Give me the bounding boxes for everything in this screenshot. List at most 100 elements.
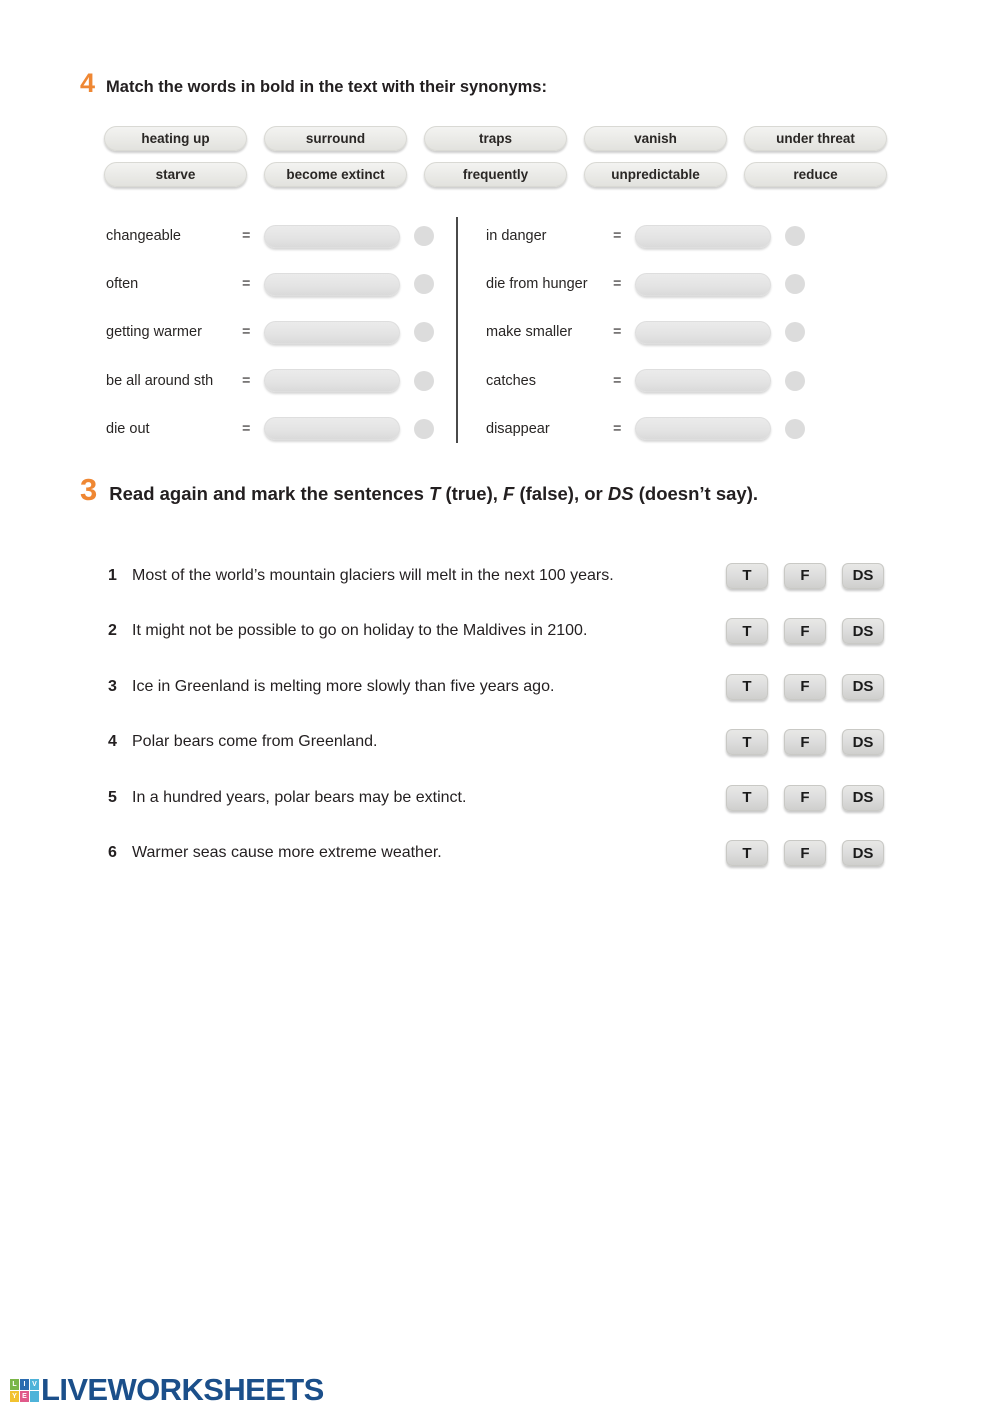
equals-sign: =	[242, 420, 251, 437]
matching-row: die out =	[106, 405, 434, 453]
exercise-3-heading: 3 Read again and mark the sentences T (t…	[80, 472, 758, 508]
exercise-3-number: 3	[80, 472, 98, 507]
question-number: 6	[108, 844, 117, 862]
word-bank-item[interactable]: unpredictable	[584, 162, 727, 187]
answer-status-dot[interactable]	[785, 226, 805, 247]
true-false-question-list: 1 Most of the world’s mountain glaciers …	[108, 548, 908, 881]
word-bank: heating up surround traps vanish under t…	[104, 126, 904, 198]
answer-status-dot[interactable]	[414, 370, 434, 391]
exercise-3-title-part2: (true),	[440, 483, 504, 504]
option-doesnt-say-button[interactable]: DS	[842, 562, 884, 589]
option-doesnt-say-button[interactable]: DS	[842, 618, 884, 645]
answer-options: T F DS	[726, 562, 884, 589]
option-true-button[interactable]: T	[726, 784, 768, 811]
word-bank-item[interactable]: surround	[264, 126, 407, 151]
word-bank-item[interactable]: under threat	[744, 126, 887, 151]
true-false-row: 1 Most of the world’s mountain glaciers …	[108, 548, 908, 604]
answer-options: T F DS	[726, 618, 884, 645]
equals-sign: =	[242, 228, 251, 245]
answer-input[interactable]	[264, 417, 400, 441]
option-false-button[interactable]: F	[784, 673, 826, 700]
matching-label: often	[106, 276, 139, 293]
matching-label: die from hunger	[486, 276, 588, 293]
answer-input[interactable]	[635, 369, 771, 393]
exercise-3-title-part1: Read again and mark the sentences	[109, 483, 430, 504]
equals-sign: =	[242, 276, 251, 293]
true-false-row: 6 Warmer seas cause more extreme weather…	[108, 826, 908, 882]
matching-row: make smaller =	[486, 308, 805, 356]
logo-tile: Y	[10, 1390, 19, 1402]
answer-input[interactable]	[635, 224, 771, 248]
exercise-3-title: Read again and mark the sentences T (tru…	[109, 483, 758, 505]
matching-row: die from hunger =	[486, 260, 805, 308]
option-false-button[interactable]: F	[784, 840, 826, 867]
logo-tile: L	[10, 1378, 19, 1390]
true-false-row: 3 Ice in Greenland is melting more slowl…	[108, 659, 908, 715]
logo-tile: E	[20, 1390, 29, 1402]
logo-tile: V	[30, 1378, 39, 1390]
word-bank-item[interactable]: heating up	[104, 126, 247, 151]
answer-status-dot[interactable]	[414, 274, 434, 295]
matching-label: disappear	[486, 420, 550, 437]
word-bank-item[interactable]: traps	[424, 126, 567, 151]
exercise-4-heading: 4 Match the words in bold in the text wi…	[80, 68, 547, 99]
word-bank-item[interactable]: starve	[104, 162, 247, 187]
answer-input[interactable]	[635, 320, 771, 344]
word-bank-item[interactable]: become extinct	[264, 162, 407, 187]
answer-status-dot[interactable]	[414, 322, 434, 343]
option-doesnt-say-button[interactable]: DS	[842, 729, 884, 756]
answer-options: T F DS	[726, 784, 884, 811]
liveworksheets-logo-icon: L I V Y E	[10, 1378, 39, 1402]
word-bank-item[interactable]: frequently	[424, 162, 567, 187]
answer-input[interactable]	[635, 272, 771, 296]
option-doesnt-say-button[interactable]: DS	[842, 784, 884, 811]
matching-row: disappear =	[486, 405, 805, 453]
answer-options: T F DS	[726, 673, 884, 700]
logo-tile: I	[20, 1378, 29, 1390]
answer-status-dot[interactable]	[414, 418, 434, 439]
answer-status-dot[interactable]	[785, 274, 805, 295]
answer-status-dot[interactable]	[785, 322, 805, 343]
option-true-button[interactable]: T	[726, 562, 768, 589]
liveworksheets-logo-text: LIVEWORKSHEETS	[41, 1372, 324, 1407]
equals-sign: =	[613, 372, 622, 389]
matching-row: getting warmer =	[106, 308, 434, 356]
answer-status-dot[interactable]	[785, 370, 805, 391]
word-bank-item[interactable]: reduce	[744, 162, 887, 187]
answer-input[interactable]	[264, 224, 400, 248]
matching-label: changeable	[106, 228, 181, 245]
matching-column-left: changeable = often = getting warmer = be…	[106, 212, 434, 453]
answer-input[interactable]	[264, 320, 400, 344]
exercise-3-title-f: F	[503, 483, 515, 504]
answer-input[interactable]	[264, 369, 400, 393]
answer-status-dot[interactable]	[785, 418, 805, 439]
matching-row: in danger =	[486, 212, 805, 260]
question-number: 5	[108, 788, 117, 806]
answer-input[interactable]	[264, 272, 400, 296]
equals-sign: =	[242, 372, 251, 389]
equals-sign: =	[613, 276, 622, 293]
equals-sign: =	[613, 324, 622, 341]
matching-row: often =	[106, 260, 434, 308]
option-false-button[interactable]: F	[784, 784, 826, 811]
answer-status-dot[interactable]	[414, 226, 434, 247]
option-doesnt-say-button[interactable]: DS	[842, 673, 884, 700]
word-bank-item[interactable]: vanish	[584, 126, 727, 151]
question-number: 4	[108, 733, 117, 751]
option-true-button[interactable]: T	[726, 840, 768, 867]
matching-column-right: in danger = die from hunger = make small…	[486, 212, 805, 453]
matching-label: in danger	[486, 228, 547, 245]
option-true-button[interactable]: T	[726, 618, 768, 645]
matching-area: changeable = often = getting warmer = be…	[0, 212, 1000, 448]
option-true-button[interactable]: T	[726, 729, 768, 756]
answer-input[interactable]	[635, 417, 771, 441]
option-doesnt-say-button[interactable]: DS	[842, 840, 884, 867]
option-true-button[interactable]: T	[726, 673, 768, 700]
equals-sign: =	[613, 228, 622, 245]
exercise-3-title-part3: (false), or	[514, 483, 608, 504]
liveworksheets-logo[interactable]: L I V Y E LIVEWORKSHEETS	[10, 1372, 324, 1408]
option-false-button[interactable]: F	[784, 618, 826, 645]
matching-row: catches =	[486, 357, 805, 405]
option-false-button[interactable]: F	[784, 562, 826, 589]
option-false-button[interactable]: F	[784, 729, 826, 756]
